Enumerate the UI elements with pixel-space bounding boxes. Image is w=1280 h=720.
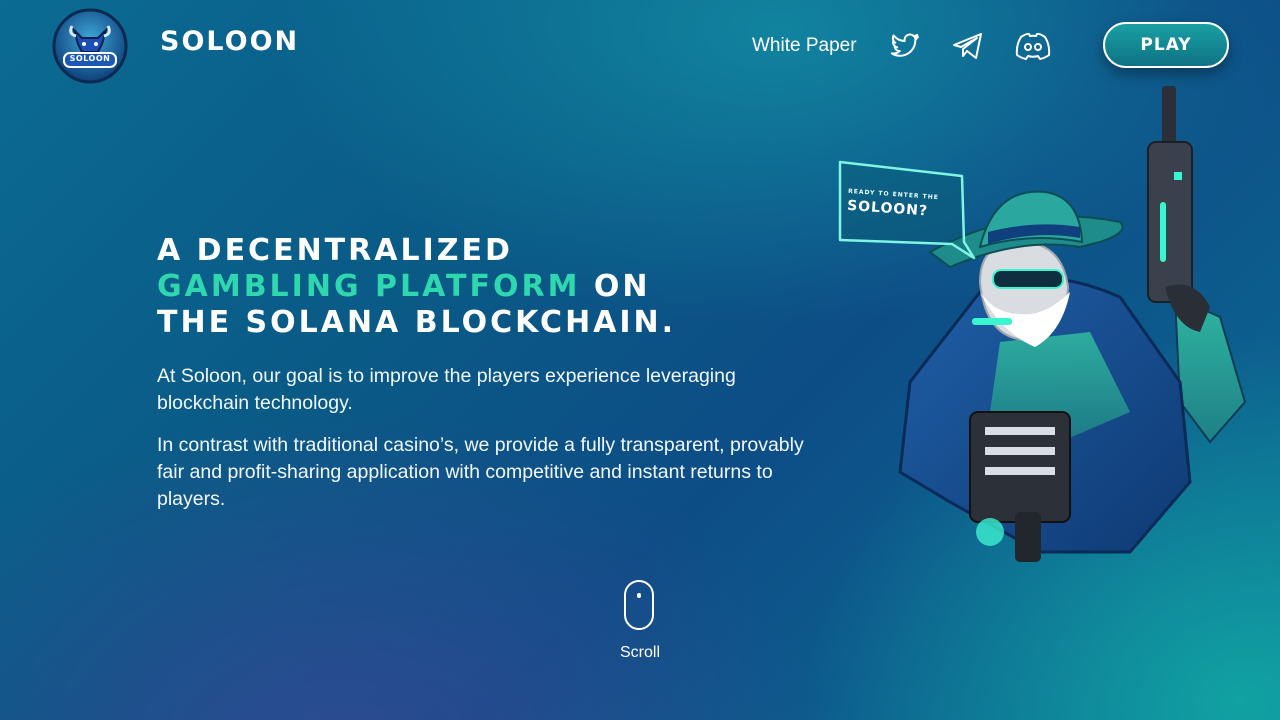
logo-text: SOLOON bbox=[69, 54, 111, 63]
speech-bubble: READY TO ENTER THE SOLOON? bbox=[836, 158, 978, 262]
logo-badge[interactable]: SOLOON bbox=[52, 8, 128, 84]
brand-name[interactable]: SOLOON bbox=[160, 26, 299, 57]
hero-title-line3: THE SOLANA BLOCKCHAIN. bbox=[157, 305, 677, 340]
hero-title-accent: GAMBLING PLATFORM bbox=[157, 269, 581, 304]
white-paper-link[interactable]: White Paper bbox=[752, 35, 857, 57]
hero-paragraph-contrast: In contrast with traditional casino’s, w… bbox=[157, 434, 804, 510]
hero-title-line1: A DECENTRALIZED bbox=[157, 233, 513, 268]
hero-title-on: ON bbox=[593, 269, 651, 304]
top-nav: White Paper bbox=[752, 20, 1053, 72]
scroll-mouse-icon[interactable] bbox=[624, 580, 654, 630]
discord-icon[interactable] bbox=[1013, 28, 1053, 64]
logo-icon bbox=[52, 8, 128, 84]
hero-title: A DECENTRALIZED GAMBLING PLATFORM ON THE… bbox=[157, 233, 817, 341]
telegram-icon[interactable] bbox=[950, 28, 986, 64]
hero-paragraph-goal: At Soloon, our goal is to improve the pl… bbox=[157, 365, 736, 414]
twitter-icon[interactable] bbox=[887, 28, 923, 64]
play-button[interactable]: PLAY bbox=[1103, 22, 1229, 68]
cowboy-mascot-illustration bbox=[898, 86, 1247, 562]
scroll-label[interactable]: Scroll bbox=[600, 644, 680, 662]
